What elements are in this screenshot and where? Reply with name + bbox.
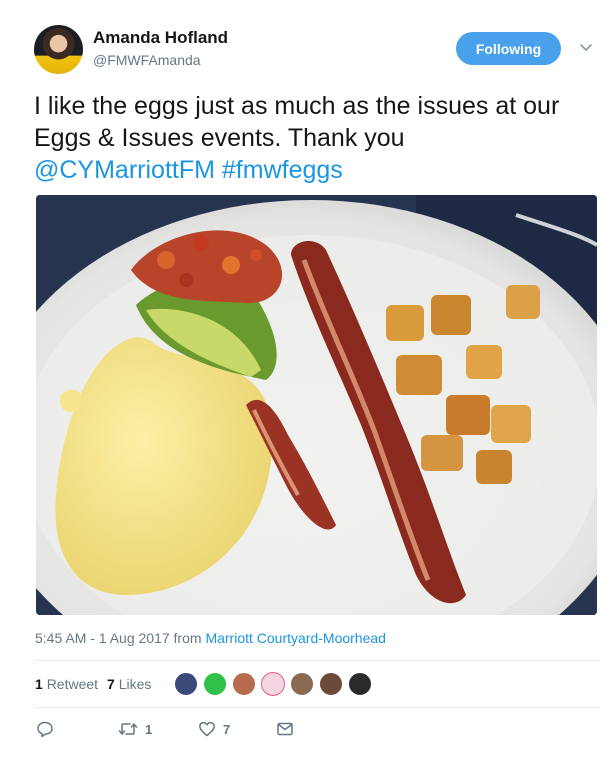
tweet-meta: 5:45 AM - 1 Aug 2017 from Marriott Court… <box>35 630 386 646</box>
tweet-photo[interactable] <box>36 195 597 615</box>
liker-avatar[interactable] <box>348 672 372 696</box>
location-link[interactable]: Marriott Courtyard-Moorhead <box>205 630 386 646</box>
retweets-stat[interactable]: 1 Retweet <box>35 676 98 692</box>
likes-count: 7 <box>107 676 115 692</box>
direct-message-button[interactable] <box>276 720 294 738</box>
liker-avatar[interactable] <box>261 672 285 696</box>
timestamp[interactable]: 5:45 AM - 1 Aug 2017 <box>35 630 170 646</box>
mention-link[interactable]: @CYMarriottFM <box>34 156 215 184</box>
liker-avatar[interactable] <box>232 672 256 696</box>
likes-label: Likes <box>118 676 152 692</box>
tweet-actions: 1 7 <box>34 716 599 746</box>
from-label: from <box>173 630 202 646</box>
retweets-count: 1 <box>35 676 43 692</box>
likes-stat[interactable]: 7 Likes <box>107 676 151 692</box>
tweet-body: I like the eggs just as much as the issu… <box>34 92 560 152</box>
reply-icon <box>37 721 53 738</box>
retweet-icon <box>118 723 138 735</box>
reply-button[interactable] <box>36 720 54 738</box>
liker-avatar[interactable] <box>174 672 198 696</box>
user-name[interactable]: Amanda Hofland <box>93 28 228 48</box>
user-handle[interactable]: @FMWFAmanda <box>93 52 201 68</box>
chevron-down-icon[interactable] <box>578 39 594 55</box>
heart-icon <box>199 721 215 737</box>
retweet-count: 1 <box>145 721 153 737</box>
tweet-text: I like the eggs just as much as the issu… <box>34 90 599 186</box>
retweets-label: Retweet <box>46 676 99 692</box>
hashtag-link[interactable]: #fmwfeggs <box>222 156 343 184</box>
breakfast-plate-image <box>36 195 597 615</box>
tweet-stats: 1 Retweet 7 Likes <box>35 661 600 707</box>
retweet-button[interactable]: 1 <box>118 720 152 738</box>
like-button[interactable]: 7 <box>198 720 230 738</box>
message-icon <box>277 722 293 736</box>
liker-avatar[interactable] <box>290 672 314 696</box>
following-button[interactable]: Following <box>456 32 561 65</box>
like-count: 7 <box>223 721 231 737</box>
avatar[interactable] <box>34 25 83 74</box>
liker-avatar[interactable] <box>319 672 343 696</box>
liker-avatar[interactable] <box>203 672 227 696</box>
tweet-header: Amanda Hofland @FMWFAmanda Following <box>34 25 599 75</box>
divider <box>34 707 599 708</box>
